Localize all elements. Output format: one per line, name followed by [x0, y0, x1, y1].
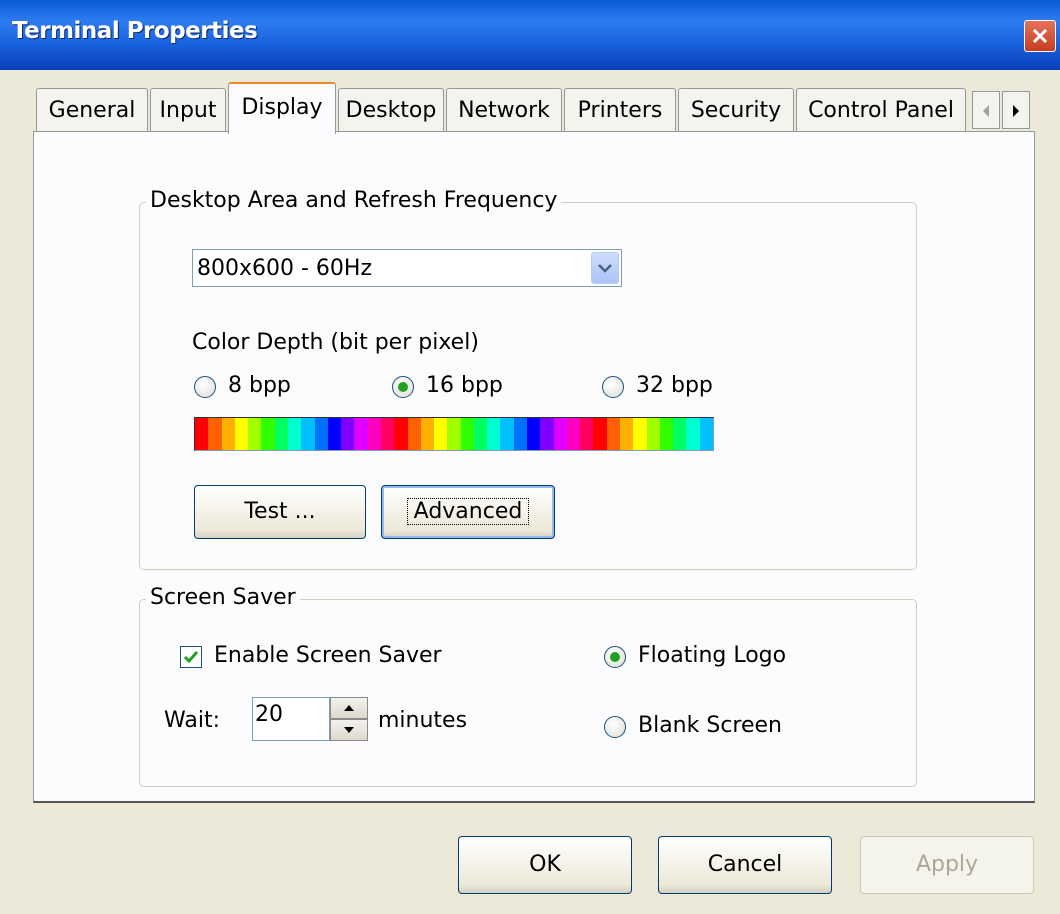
color-swatch	[620, 418, 634, 450]
color-swatch	[434, 418, 448, 450]
wait-minutes-spinner	[330, 697, 368, 741]
arrow-up-icon	[344, 705, 354, 711]
color-swatch	[301, 418, 315, 450]
color-swatch	[447, 418, 461, 450]
color-swatch	[367, 418, 381, 450]
close-icon	[1032, 28, 1048, 44]
apply-button[interactable]: Apply	[860, 836, 1034, 894]
radio-16bpp[interactable]	[392, 376, 414, 398]
color-swatch	[341, 418, 355, 450]
desktop-area-group-label: Desktop Area and Refresh Frequency	[146, 188, 562, 213]
color-swatch	[686, 418, 700, 450]
arrow-right-icon	[1013, 105, 1019, 117]
arrow-down-icon	[344, 727, 354, 733]
color-swatch	[420, 418, 435, 450]
radio-floating-logo-label[interactable]: Floating Logo	[638, 643, 786, 668]
color-swatch	[487, 418, 501, 450]
tab-printers[interactable]: Printers	[564, 88, 676, 132]
arrow-left-icon	[983, 105, 989, 117]
color-swatch	[633, 418, 647, 450]
color-swatch	[460, 418, 474, 450]
color-swatch	[234, 418, 249, 450]
tab-general[interactable]: General	[36, 88, 148, 132]
screen-saver-group: Screen Saver	[139, 585, 917, 787]
color-swatch	[248, 418, 262, 450]
spin-up-button[interactable]	[330, 697, 368, 719]
color-swatch	[407, 418, 421, 450]
color-swatch	[540, 418, 554, 450]
color-swatch	[261, 418, 275, 450]
tab-security[interactable]: Security	[678, 88, 794, 132]
tab-scroll-right-button[interactable]	[1002, 91, 1030, 129]
color-swatch	[566, 418, 581, 450]
radio-32bpp[interactable]	[602, 376, 624, 398]
enable-screen-saver-checkbox[interactable]	[180, 646, 202, 668]
color-swatch	[553, 418, 567, 450]
tab-scroll-left-button[interactable]	[972, 91, 1000, 129]
color-swatch	[646, 418, 660, 450]
radio-8bpp-label[interactable]: 8 bpp	[228, 373, 291, 398]
tab-control-panel[interactable]: Control Panel	[796, 88, 966, 132]
radio-selected-dot	[610, 652, 620, 662]
color-swatch	[354, 418, 368, 450]
wait-label: Wait:	[164, 708, 220, 733]
window-title: Terminal Properties	[12, 18, 258, 44]
tab-input[interactable]: Input	[150, 88, 226, 132]
radio-8bpp[interactable]	[194, 376, 216, 398]
cancel-button[interactable]: Cancel	[658, 836, 832, 894]
color-swatch	[208, 418, 222, 450]
minutes-label: minutes	[378, 708, 468, 733]
color-swatch	[659, 418, 674, 450]
advanced-button-label: Advanced	[406, 498, 530, 525]
enable-screen-saver-label[interactable]: Enable Screen Saver	[214, 643, 442, 668]
color-swatch	[606, 418, 620, 450]
chevron-down-icon	[598, 264, 612, 273]
color-swatch	[327, 418, 342, 450]
color-swatch	[699, 418, 713, 450]
color-swatch	[473, 418, 488, 450]
ok-button[interactable]: OK	[458, 836, 632, 894]
color-swatch	[673, 418, 687, 450]
color-depth-label: Color Depth (bit per pixel)	[192, 330, 479, 355]
tab-network[interactable]: Network	[446, 88, 562, 132]
resolution-dropdown[interactable]: 800x600 - 60Hz	[192, 249, 622, 287]
color-swatch	[500, 418, 514, 450]
resolution-value: 800x600 - 60Hz	[197, 256, 373, 281]
screen-saver-group-label: Screen Saver	[146, 585, 300, 610]
advanced-button[interactable]: Advanced	[381, 485, 555, 539]
color-swatch	[394, 418, 408, 450]
display-tab-panel: Desktop Area and Refresh Frequency 800x6…	[33, 131, 1035, 803]
color-swatch	[195, 418, 209, 450]
color-swatch	[580, 418, 594, 450]
radio-16bpp-label[interactable]: 16 bpp	[426, 373, 503, 398]
color-swatch	[314, 418, 328, 450]
radio-blank-screen-label[interactable]: Blank Screen	[638, 713, 782, 738]
color-swatch	[287, 418, 302, 450]
color-swatch	[274, 418, 288, 450]
radio-floating-logo[interactable]	[604, 646, 626, 668]
radio-selected-dot	[398, 382, 408, 392]
wait-minutes-input[interactable]: 20	[252, 697, 330, 741]
test-button[interactable]: Test ...	[194, 485, 366, 539]
tab-desktop[interactable]: Desktop	[338, 88, 444, 132]
color-swatch	[593, 418, 607, 450]
title-bar[interactable]: Terminal Properties	[0, 0, 1060, 70]
radio-blank-screen[interactable]	[604, 716, 626, 738]
resolution-dropdown-button[interactable]	[591, 252, 619, 284]
color-swatch	[513, 418, 528, 450]
checkmark-icon	[183, 651, 199, 664]
tab-display[interactable]: Display	[228, 82, 336, 134]
spin-down-button[interactable]	[330, 719, 368, 741]
color-swatch	[380, 418, 395, 450]
color-depth-preview-bar	[194, 417, 714, 451]
close-button[interactable]	[1024, 20, 1056, 52]
color-swatch	[221, 418, 235, 450]
color-swatch	[527, 418, 541, 450]
radio-32bpp-label[interactable]: 32 bpp	[636, 373, 713, 398]
